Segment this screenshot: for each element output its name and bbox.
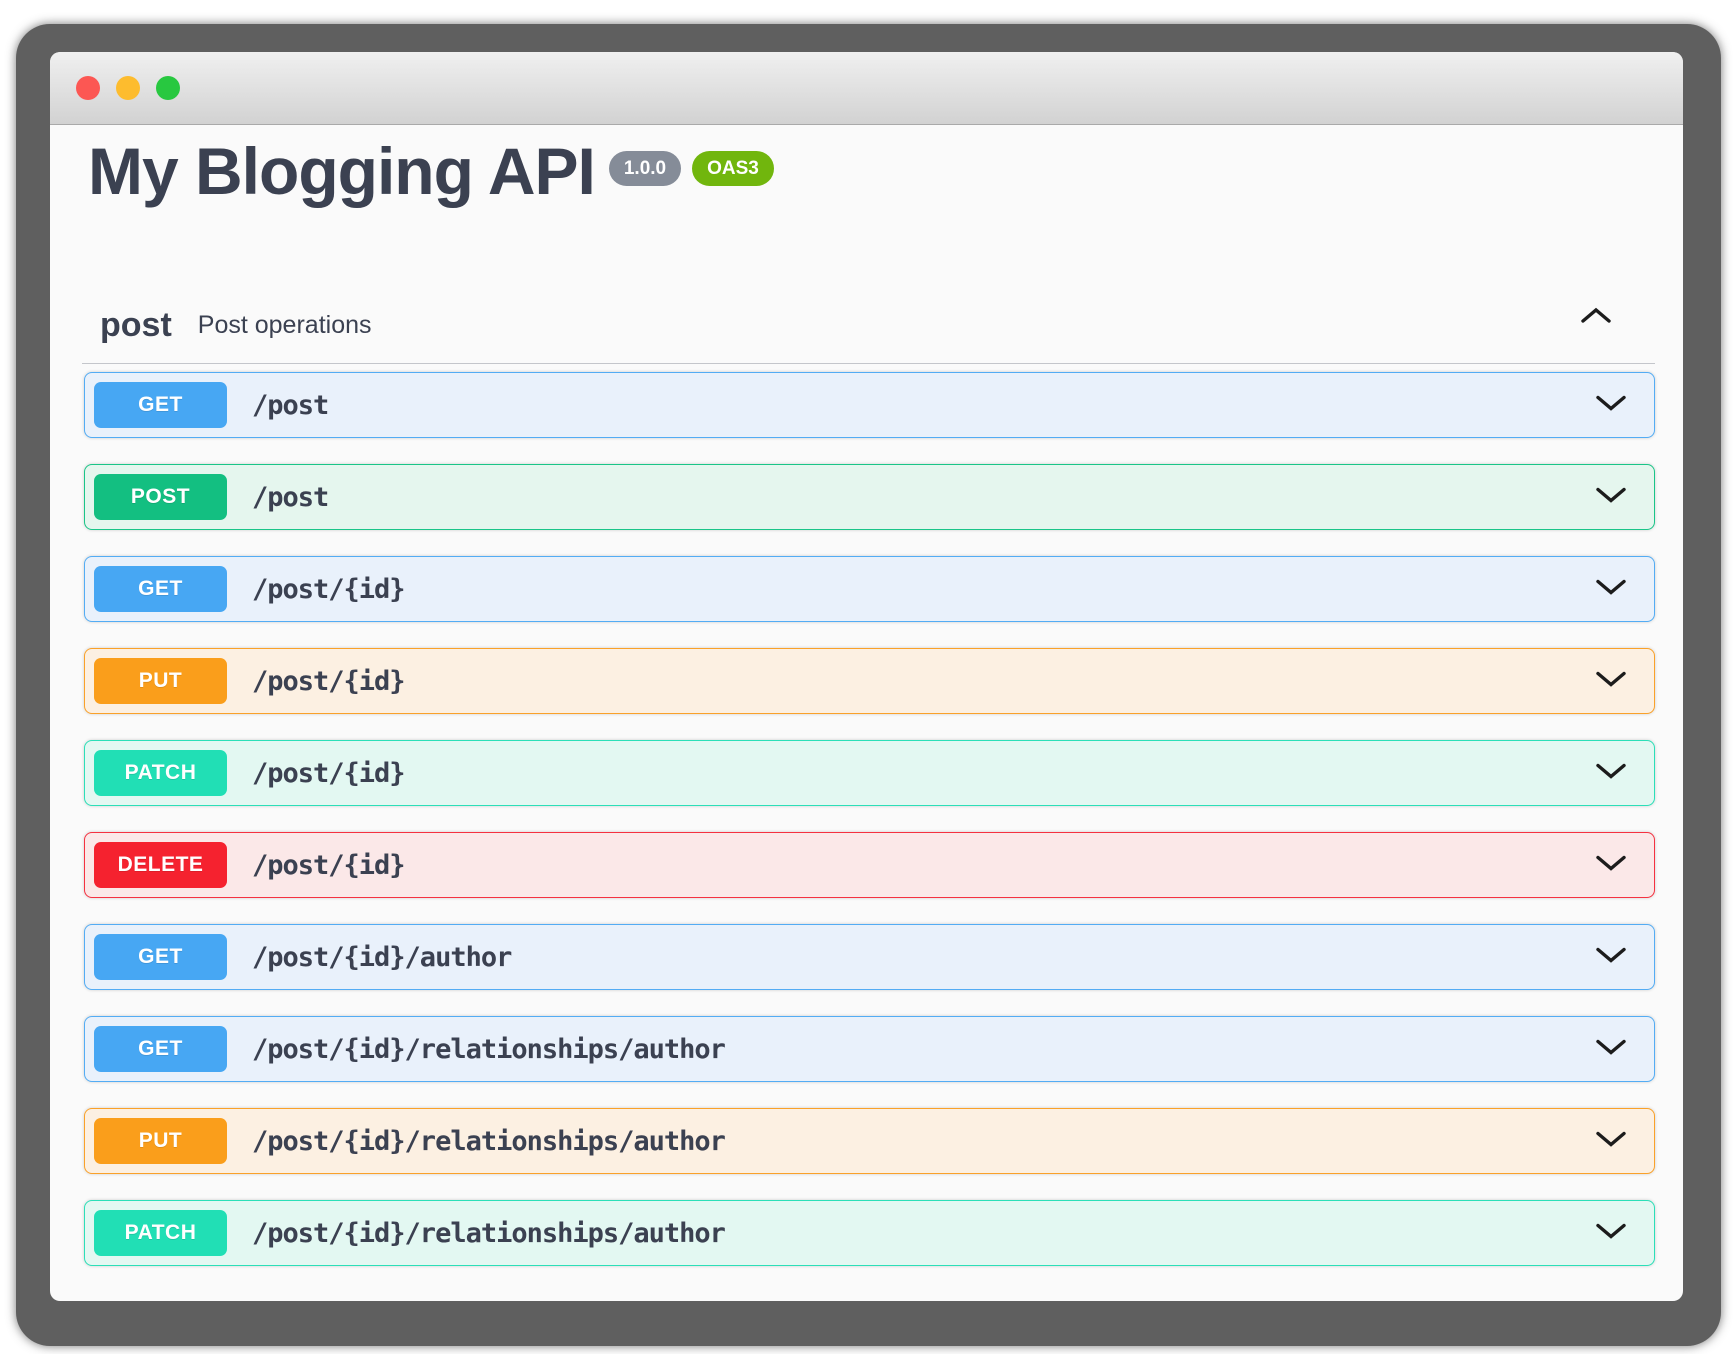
opblock-row[interactable]: DELETE/post/{id} xyxy=(84,832,1655,898)
minimize-button[interactable] xyxy=(116,76,140,100)
app-window: My Blogging API 1.0.0 OAS3 post Post ope… xyxy=(50,52,1683,1301)
chevron-down-icon xyxy=(1594,577,1628,602)
method-badge: PUT xyxy=(94,658,227,704)
endpoint-path: /post/{id}/relationships/author xyxy=(252,1126,725,1157)
page-title: My Blogging API xyxy=(88,138,595,204)
chevron-down-icon xyxy=(1594,1221,1628,1246)
endpoint-path: /post/{id}/author xyxy=(252,942,511,973)
endpoint-path: /post xyxy=(252,390,328,421)
opblock-row[interactable]: PATCH/post/{id} xyxy=(84,740,1655,806)
opblock-row[interactable]: PUT/post/{id} xyxy=(84,648,1655,714)
method-badge: GET xyxy=(94,934,227,980)
method-badge: GET xyxy=(94,382,227,428)
method-badge: GET xyxy=(94,566,227,612)
opblock-row[interactable]: GET/post xyxy=(84,372,1655,438)
endpoint-path: /post/{id}/relationships/author xyxy=(252,1218,725,1249)
opblock-row[interactable]: GET/post/{id}/relationships/author xyxy=(84,1016,1655,1082)
operations-list: GET/postPOST/postGET/post/{id}PUT/post/{… xyxy=(84,372,1655,1292)
method-badge: PATCH xyxy=(94,1210,227,1256)
section-divider xyxy=(82,363,1655,364)
chevron-down-icon xyxy=(1594,393,1628,418)
opblock-row[interactable]: GET/post/{id} xyxy=(84,556,1655,622)
endpoint-path: /post/{id} xyxy=(252,574,405,605)
endpoint-path: /post/{id} xyxy=(252,666,405,697)
tag-description: Post operations xyxy=(198,311,372,340)
chevron-down-icon xyxy=(1594,945,1628,970)
chevron-down-icon xyxy=(1594,485,1628,510)
chevron-down-icon xyxy=(1594,1037,1628,1062)
opblock-row[interactable]: PUT/post/{id}/relationships/author xyxy=(84,1108,1655,1174)
endpoint-path: /post xyxy=(252,482,328,513)
chevron-down-icon xyxy=(1594,1129,1628,1154)
method-badge: DELETE xyxy=(94,842,227,888)
endpoint-path: /post/{id} xyxy=(252,758,405,789)
chevron-up-icon[interactable] xyxy=(1579,306,1613,331)
chevron-down-icon xyxy=(1594,669,1628,694)
titlebar[interactable] xyxy=(50,52,1683,125)
version-badge: 1.0.0 xyxy=(609,151,681,186)
method-badge: PATCH xyxy=(94,750,227,796)
api-header: My Blogging API 1.0.0 OAS3 xyxy=(88,138,774,204)
method-badge: GET xyxy=(94,1026,227,1072)
method-badge: PUT xyxy=(94,1118,227,1164)
endpoint-path: /post/{id} xyxy=(252,850,405,881)
tag-section-header[interactable]: post Post operations xyxy=(100,292,1655,358)
opblock-row[interactable]: GET/post/{id}/author xyxy=(84,924,1655,990)
chevron-down-icon xyxy=(1594,853,1628,878)
zoom-button[interactable] xyxy=(156,76,180,100)
method-badge: POST xyxy=(94,474,227,520)
close-button[interactable] xyxy=(76,76,100,100)
chevron-down-icon xyxy=(1594,761,1628,786)
opblock-row[interactable]: POST/post xyxy=(84,464,1655,530)
oas3-badge: OAS3 xyxy=(692,151,774,186)
tag-name: post xyxy=(100,306,172,345)
endpoint-path: /post/{id}/relationships/author xyxy=(252,1034,725,1065)
opblock-row[interactable]: PATCH/post/{id}/relationships/author xyxy=(84,1200,1655,1266)
